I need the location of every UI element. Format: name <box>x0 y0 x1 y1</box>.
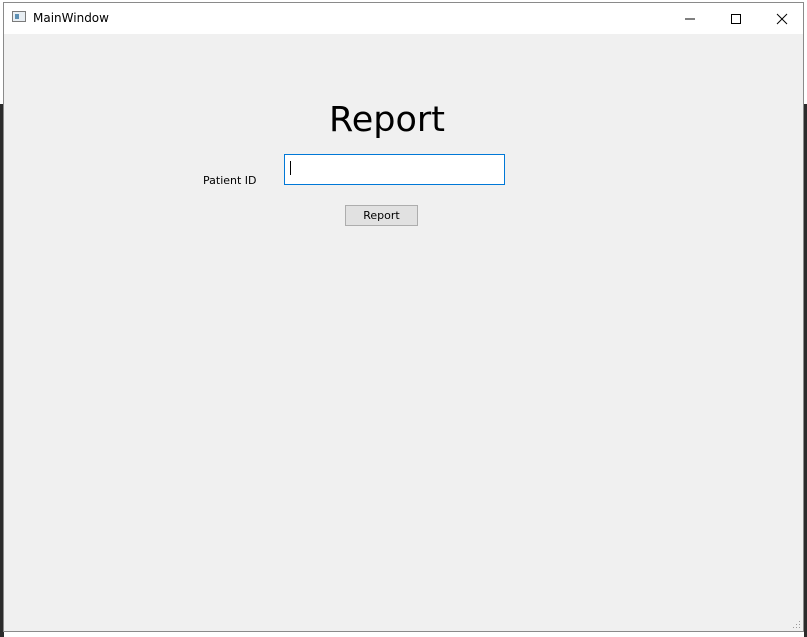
maximize-button[interactable] <box>713 3 759 34</box>
app-window-icon <box>12 11 26 22</box>
text-caret <box>290 161 291 175</box>
close-icon <box>776 13 788 25</box>
title-bar[interactable]: MainWindow <box>4 3 803 34</box>
maximize-icon <box>731 14 741 24</box>
report-button[interactable]: Report <box>345 205 418 226</box>
patient-id-label: Patient ID <box>203 174 257 187</box>
resize-grip-icon[interactable] <box>791 619 801 629</box>
page-title: Report <box>328 100 446 140</box>
close-button[interactable] <box>759 3 805 34</box>
window-title: MainWindow <box>33 11 109 25</box>
minimize-button[interactable] <box>667 3 713 34</box>
main-window: MainWindow Report Patient ID Report <box>3 2 804 632</box>
patient-id-input[interactable] <box>284 154 505 185</box>
minimize-icon <box>685 18 695 20</box>
